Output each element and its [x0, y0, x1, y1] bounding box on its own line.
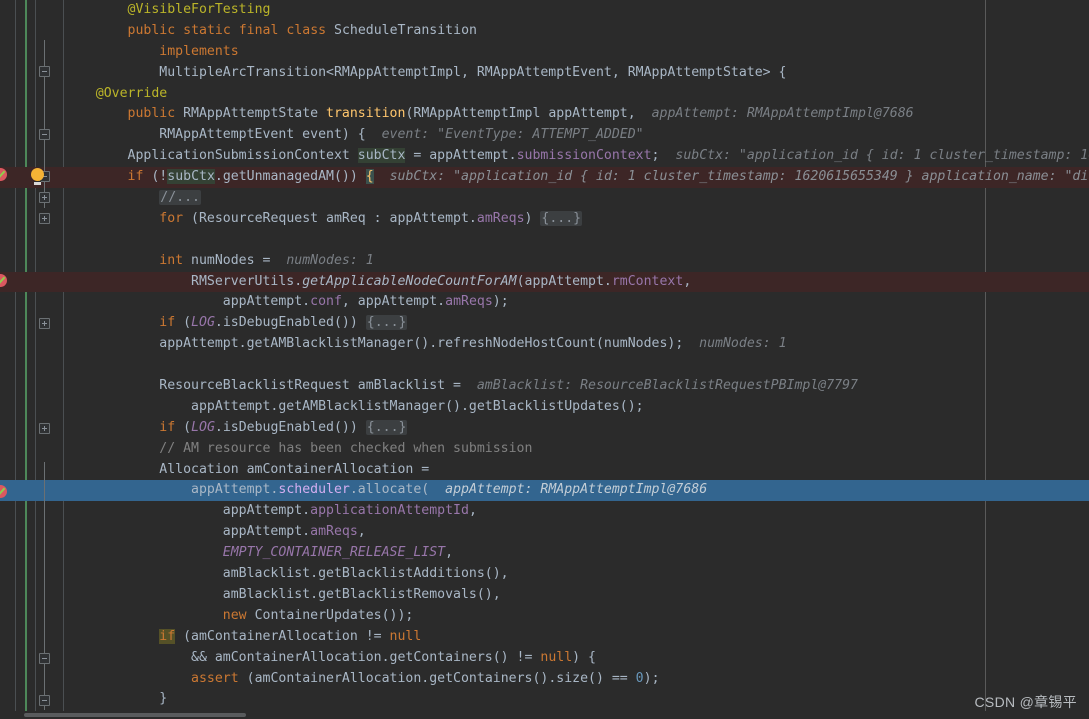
fold-region-line [44, 462, 45, 710]
code-line-text: ResourceBlacklistRequest amBlacklist = a… [64, 378, 858, 394]
code-line[interactable]: } [0, 689, 1089, 710]
code-line-text: appAttempt.getAMBlacklistManager().refre… [64, 336, 787, 352]
code-line[interactable]: appAttempt.amReqs, [0, 522, 1089, 543]
code-line[interactable]: MultipleArcTransition<RMAppAttemptImpl, … [0, 63, 1089, 84]
code-line[interactable]: @VisibleForTesting [0, 0, 1089, 21]
code-line-text: appAttempt.amReqs, [64, 524, 366, 540]
code-line-text: Allocation amContainerAllocation = [64, 461, 430, 477]
code-line[interactable]: assert (amContainerAllocation.getContain… [0, 669, 1089, 690]
code-line[interactable]: appAttempt.getAMBlacklistManager().getBl… [0, 397, 1089, 418]
intention-bulb-icon[interactable] [31, 168, 44, 185]
code-line-text: appAttempt.getAMBlacklistManager().getBl… [64, 398, 644, 414]
horizontal-scrollbar[interactable] [0, 711, 1089, 719]
code-line[interactable]: RMAppAttemptEvent event) { event: "Event… [0, 125, 1089, 146]
code-line[interactable]: RMServerUtils.getApplicableNodeCountForA… [0, 271, 1089, 293]
code-line[interactable]: ResourceBlacklistRequest amBlacklist = a… [0, 376, 1089, 397]
code-line[interactable]: if (!subCtx.getUnmanagedAM()) { subCtx: … [0, 167, 1089, 189]
fold-expand-icon[interactable] [39, 423, 50, 434]
code-line[interactable]: appAttempt.conf, appAttempt.amReqs); [0, 292, 1089, 313]
code-line-text: for (ResourceRequest amReq : appAttempt.… [159, 210, 583, 226]
code-line[interactable] [0, 355, 1089, 376]
code-line[interactable]: EMPTY_CONTAINER_RELEASE_LIST, [0, 543, 1089, 564]
code-line-text: public static final class ScheduleTransi… [127, 22, 477, 38]
code-line[interactable]: amBlacklist.getBlacklistRemovals(), [0, 585, 1089, 606]
code-line-text: && amContainerAllocation.getContainers()… [64, 649, 596, 665]
code-line-text: if (amContainerAllocation != null [159, 628, 422, 644]
code-line-text: int numNodes = numNodes: 1 [159, 252, 374, 268]
code-line[interactable]: new ContainerUpdates()); [0, 606, 1089, 627]
code-line[interactable]: if (amContainerAllocation != null [0, 627, 1089, 648]
code-lines[interactable]: @VisibleForTesting public static final c… [0, 0, 1089, 719]
code-line-text: appAttempt.applicationAttemptId, [64, 503, 477, 519]
code-line-text: amBlacklist.getBlacklistRemovals(), [64, 586, 501, 602]
code-line[interactable]: amBlacklist.getBlacklistAdditions(), [0, 564, 1089, 585]
code-line[interactable]: if (LOG.isDebugEnabled()) {...} [0, 418, 1089, 439]
code-line-text: assert (amContainerAllocation.getContain… [191, 670, 660, 686]
code-line-text: RMServerUtils.getApplicableNodeCountForA… [64, 273, 692, 289]
code-line-text: @VisibleForTesting [127, 2, 271, 17]
code-line[interactable]: public static final class ScheduleTransi… [0, 21, 1089, 42]
code-line[interactable] [0, 230, 1089, 251]
code-line-text: if (!subCtx.getUnmanagedAM()) { subCtx: … [127, 169, 1089, 185]
code-editor[interactable]: @VisibleForTesting public static final c… [0, 0, 1089, 719]
code-line[interactable]: @Override [0, 84, 1089, 105]
code-line[interactable]: if (LOG.isDebugEnabled()) {...} [0, 313, 1089, 334]
fold-expand-icon[interactable] [39, 192, 50, 203]
code-line-text: EMPTY_CONTAINER_RELEASE_LIST, [222, 545, 454, 561]
code-line[interactable]: appAttempt.applicationAttemptId, [0, 501, 1089, 522]
code-line-text: appAttempt.conf, appAttempt.amReqs); [64, 294, 509, 310]
fold-expand-icon[interactable] [39, 318, 50, 329]
code-line[interactable]: Allocation amContainerAllocation = [0, 460, 1089, 481]
code-line[interactable]: implements [0, 42, 1089, 63]
fold-collapse-icon[interactable] [39, 653, 50, 664]
code-line-text: appAttempt.scheduler.allocate( appAttemp… [64, 482, 708, 498]
code-line[interactable]: appAttempt.getAMBlacklistManager().refre… [0, 334, 1089, 355]
code-line-text: ApplicationSubmissionContext subCtx = ap… [64, 148, 1089, 164]
code-line-text: MultipleArcTransition<RMAppAttemptImpl, … [64, 64, 787, 80]
code-line[interactable]: int numNodes = numNodes: 1 [0, 251, 1089, 272]
code-line[interactable]: public RMAppAttemptState transition(RMAp… [0, 104, 1089, 125]
code-line-text: // AM resource has been checked when sub… [159, 440, 533, 456]
code-line[interactable]: ApplicationSubmissionContext subCtx = ap… [0, 146, 1089, 167]
code-line-text: implements [159, 43, 239, 59]
fold-collapse-icon[interactable] [39, 129, 50, 140]
code-line-text: @Override [95, 85, 168, 101]
fold-collapse-icon[interactable] [39, 66, 50, 77]
code-line-text: //... [159, 190, 201, 206]
fold-expand-icon[interactable] [39, 213, 50, 224]
code-line-text: if (LOG.isDebugEnabled()) {...} [159, 419, 408, 435]
fold-collapse-icon[interactable] [39, 695, 50, 706]
code-line[interactable]: appAttempt.scheduler.allocate( appAttemp… [0, 480, 1089, 502]
code-line-text: amBlacklist.getBlacklistAdditions(), [64, 566, 509, 582]
code-line-text: RMAppAttemptEvent event) { event: "Event… [64, 127, 644, 143]
code-line-text: if (LOG.isDebugEnabled()) {...} [159, 315, 408, 331]
code-line-text: public RMAppAttemptState transition(RMAp… [127, 106, 914, 122]
code-line[interactable]: //... [0, 188, 1089, 209]
code-line[interactable]: // AM resource has been checked when sub… [0, 439, 1089, 460]
code-line[interactable]: for (ResourceRequest amReq : appAttempt.… [0, 209, 1089, 230]
code-line-text: } [64, 691, 168, 707]
code-line[interactable]: && amContainerAllocation.getContainers()… [0, 648, 1089, 669]
horizontal-scrollbar-thumb[interactable] [24, 713, 246, 717]
code-line-text: new ContainerUpdates()); [222, 607, 414, 623]
